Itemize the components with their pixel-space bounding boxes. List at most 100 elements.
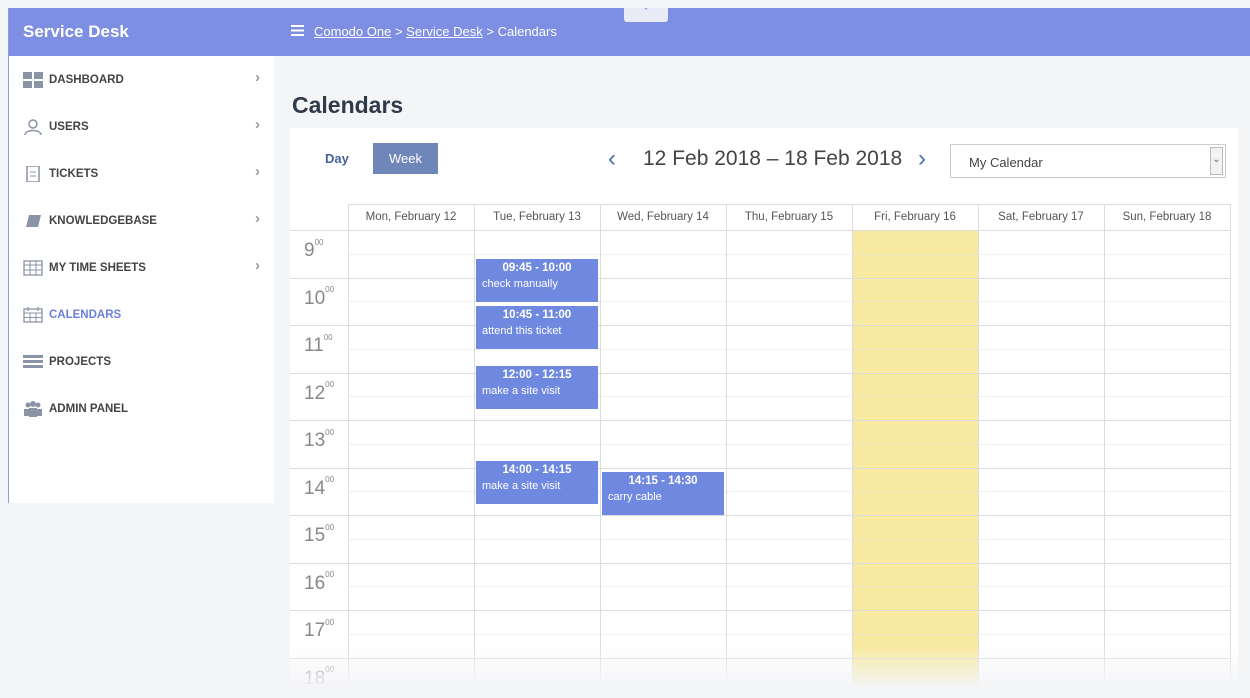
sidebar-item-knowledgebase[interactable]: KNOWLEDGEBASE › [9, 197, 274, 244]
grid-line [1230, 204, 1231, 698]
chevron-right-icon: › [255, 116, 260, 133]
ticket-icon [26, 165, 40, 182]
collapse-header-button[interactable]: ˆ [624, 8, 668, 22]
sidebar-item-my-time-sheets[interactable]: MY TIME SHEETS › [9, 244, 274, 291]
sidebar-item-tickets[interactable]: TICKETS › [9, 150, 274, 197]
time-label: 1700 [304, 617, 335, 641]
time-label: 1600 [304, 570, 335, 594]
time-label: 1200 [304, 380, 335, 404]
day-header: Mon, February 12 [365, 211, 457, 223]
sidebar-item-projects[interactable]: PROJECTS [9, 338, 274, 385]
next-week-button[interactable]: › [918, 145, 926, 173]
grid-line [290, 515, 1230, 516]
sidebar-item-label: KNOWLEDGEBASE [49, 214, 157, 227]
time-label: 1100 [304, 332, 333, 356]
today-highlight-column [852, 230, 978, 698]
grid-line [348, 253, 1230, 255]
top-bar: Comodo One > Service Desk > Calendars ˆ [273, 8, 1250, 56]
sidebar-item-label: PROJECTS [49, 355, 111, 368]
grid-line [290, 467, 1230, 469]
calendar-event[interactable]: 09:45 - 10:00 check manually [476, 258, 598, 302]
event-title: make a site visit [482, 479, 561, 492]
event-time: 14:15 - 14:30 [628, 475, 698, 488]
grid-line [290, 277, 1230, 279]
event-time: 10:45 - 11:00 [502, 309, 572, 322]
sidebar-title: Service Desk [9, 8, 274, 56]
calendar-event[interactable]: 14:15 - 14:30 carry cable [602, 472, 724, 516]
timesheet-icon [23, 259, 43, 276]
time-label: 1800 [304, 665, 335, 689]
grid-line [348, 681, 1230, 683]
calendar-event[interactable]: 14:00 - 14:15 make a site visit [476, 460, 598, 504]
chevron-right-icon: › [255, 163, 260, 180]
time-label: 1300 [304, 427, 335, 451]
day-header: Sat, February 17 [998, 211, 1084, 223]
grid-line [290, 325, 1230, 326]
sidebar-item-calendars[interactable]: CALENDARS [9, 291, 274, 338]
event-time: 14:00 - 14:15 [502, 463, 572, 476]
calendar-event[interactable]: 10:45 - 11:00 attend this ticket [476, 306, 598, 350]
user-icon [24, 118, 42, 135]
breadcrumb-link-service-desk[interactable]: Service Desk [406, 24, 483, 39]
chevron-up-icon: ˆ [644, 7, 648, 19]
previous-week-button[interactable]: ‹ [608, 145, 616, 173]
calendar-select-value: My Calendar [969, 155, 1043, 170]
sidebar-item-label: CALENDARS [49, 308, 122, 321]
day-header: Fri, February 16 [874, 211, 956, 223]
book-icon [26, 214, 41, 227]
calendar-select[interactable]: My Calendar ⌄ [950, 144, 1226, 178]
chevron-down-icon: ⌄ [1210, 147, 1223, 175]
breadcrumb-separator: > [486, 24, 494, 39]
time-label: 1500 [304, 522, 335, 546]
grid-line [348, 633, 1230, 635]
date-range-label: 12 Feb 2018 – 18 Feb 2018 [643, 147, 903, 170]
event-title: carry cable [608, 491, 662, 504]
sidebar-item-label: TICKETS [49, 167, 99, 180]
time-label: 900 [304, 237, 324, 261]
calendar-icon [23, 306, 43, 323]
projects-icon [23, 354, 43, 368]
sidebar-item-label: DASHBOARD [49, 73, 124, 86]
sidebar-item-admin-panel[interactable]: ADMIN PANEL [9, 385, 274, 432]
grid-line [290, 610, 1230, 611]
breadcrumb: Comodo One > Service Desk > Calendars [314, 24, 557, 39]
chevron-right-icon: › [255, 257, 260, 274]
breadcrumb-separator: > [394, 24, 403, 39]
grid-line [290, 657, 1230, 659]
grid-line [348, 586, 1230, 588]
dashboard-icon [23, 71, 43, 88]
event-title: make a site visit [482, 384, 561, 397]
time-label: 1000 [304, 285, 335, 309]
sidebar-item-dashboard[interactable]: DASHBOARD › [9, 56, 274, 103]
day-header: Thu, February 15 [744, 211, 834, 223]
time-label: 1400 [304, 475, 335, 499]
calendar-event[interactable]: 12:00 - 12:15 make a site visit [476, 365, 598, 409]
grid-line [290, 230, 1230, 231]
event-time: 09:45 - 10:00 [502, 261, 572, 274]
day-header: Tue, February 13 [493, 211, 581, 223]
page-title: Calendars [292, 92, 404, 118]
grid-line [348, 538, 1230, 540]
grid-line [290, 420, 1230, 421]
event-title: attend this ticket [482, 325, 562, 338]
sidebar-item-label: ADMIN PANEL [49, 402, 129, 415]
day-view-button[interactable]: Day [325, 151, 349, 166]
breadcrumb-link-comodo-one[interactable]: Comodo One [314, 24, 391, 39]
event-title: check manually [482, 277, 558, 290]
chevron-right-icon: › [255, 210, 260, 227]
breadcrumb-current: Calendars [497, 24, 557, 39]
grid-line [348, 443, 1230, 445]
chevron-right-icon: › [255, 69, 260, 86]
admin-icon [24, 400, 42, 417]
grid-line [290, 562, 1230, 564]
menu-icon[interactable] [291, 25, 304, 36]
week-view-button[interactable]: Week [373, 143, 438, 174]
event-time: 12:00 - 12:15 [502, 368, 572, 381]
grid-line [290, 372, 1230, 374]
calendar-panel: Day Week ‹ 12 Feb 2018 – 18 Feb 2018 › M… [290, 128, 1238, 698]
day-header: Sun, February 18 [1122, 211, 1212, 223]
sidebar-item-label: USERS [49, 120, 89, 133]
sidebar-item-label: MY TIME SHEETS [49, 261, 146, 274]
sidebar-item-users[interactable]: USERS › [9, 103, 274, 150]
day-header: Wed, February 14 [617, 211, 709, 223]
